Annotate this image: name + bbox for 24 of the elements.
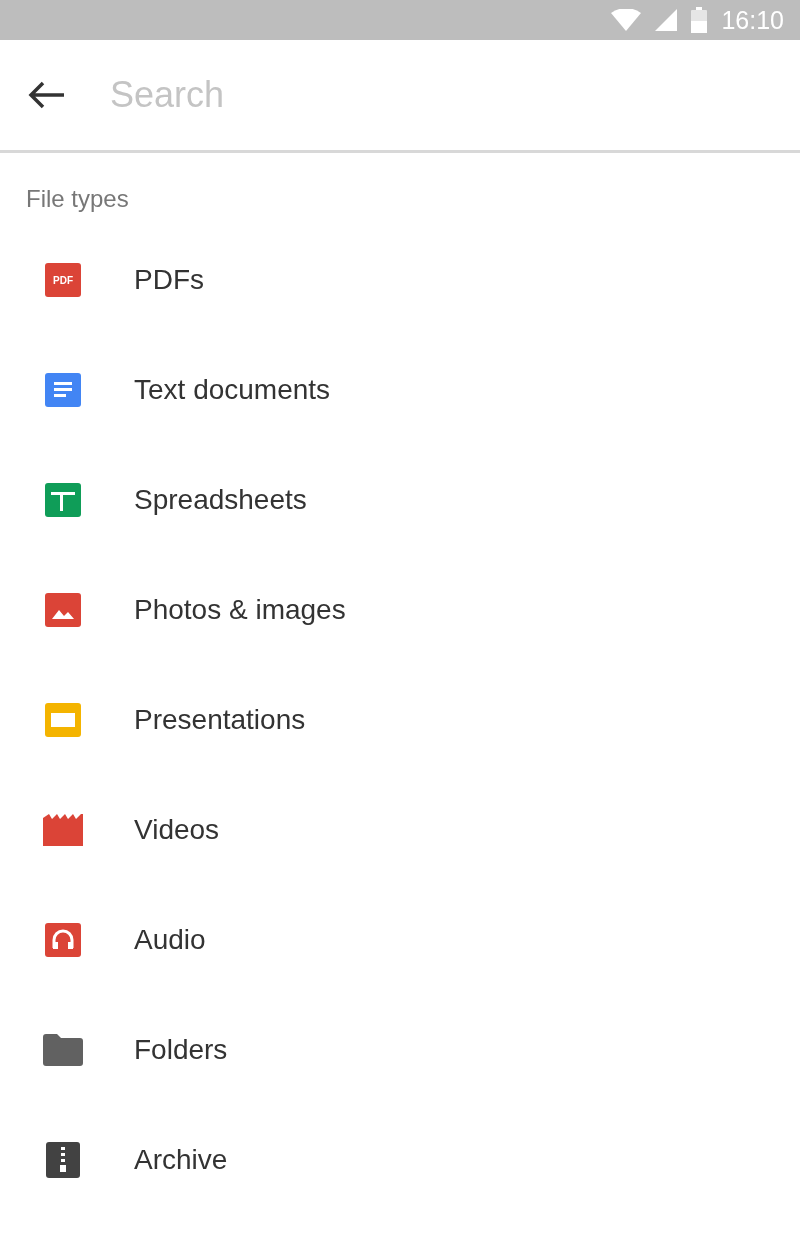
presentation-icon	[45, 703, 81, 737]
status-time: 16:10	[721, 5, 784, 35]
folder-icon	[43, 1034, 83, 1066]
pdf-icon: PDF	[45, 263, 81, 297]
signal-icon	[655, 9, 678, 31]
archive-icon	[46, 1142, 80, 1178]
file-type-label[interactable]: Videos	[134, 814, 220, 846]
spreadsheet-icon	[45, 483, 81, 517]
clapperboard-icon	[43, 814, 83, 846]
battery-icon	[691, 7, 708, 33]
back-arrow-icon[interactable]	[28, 81, 66, 109]
file-type-label[interactable]: Audio	[134, 924, 206, 956]
file-type-label[interactable]: Photos & images	[134, 594, 346, 626]
headphones-icon	[45, 923, 81, 957]
file-type-label[interactable]: Presentations	[134, 704, 306, 736]
image-icon	[45, 593, 81, 627]
file-type-label[interactable]: Archive	[134, 1144, 228, 1176]
file-type-label[interactable]: Text documents	[134, 374, 331, 406]
wifi-icon	[611, 9, 642, 31]
document-icon	[45, 373, 81, 407]
file-type-label[interactable]: Spreadsheets	[134, 484, 307, 516]
file-type-label[interactable]: Folders	[134, 1034, 228, 1066]
file-type-label[interactable]: PDFs	[134, 264, 204, 296]
section-title: File types	[26, 185, 129, 212]
